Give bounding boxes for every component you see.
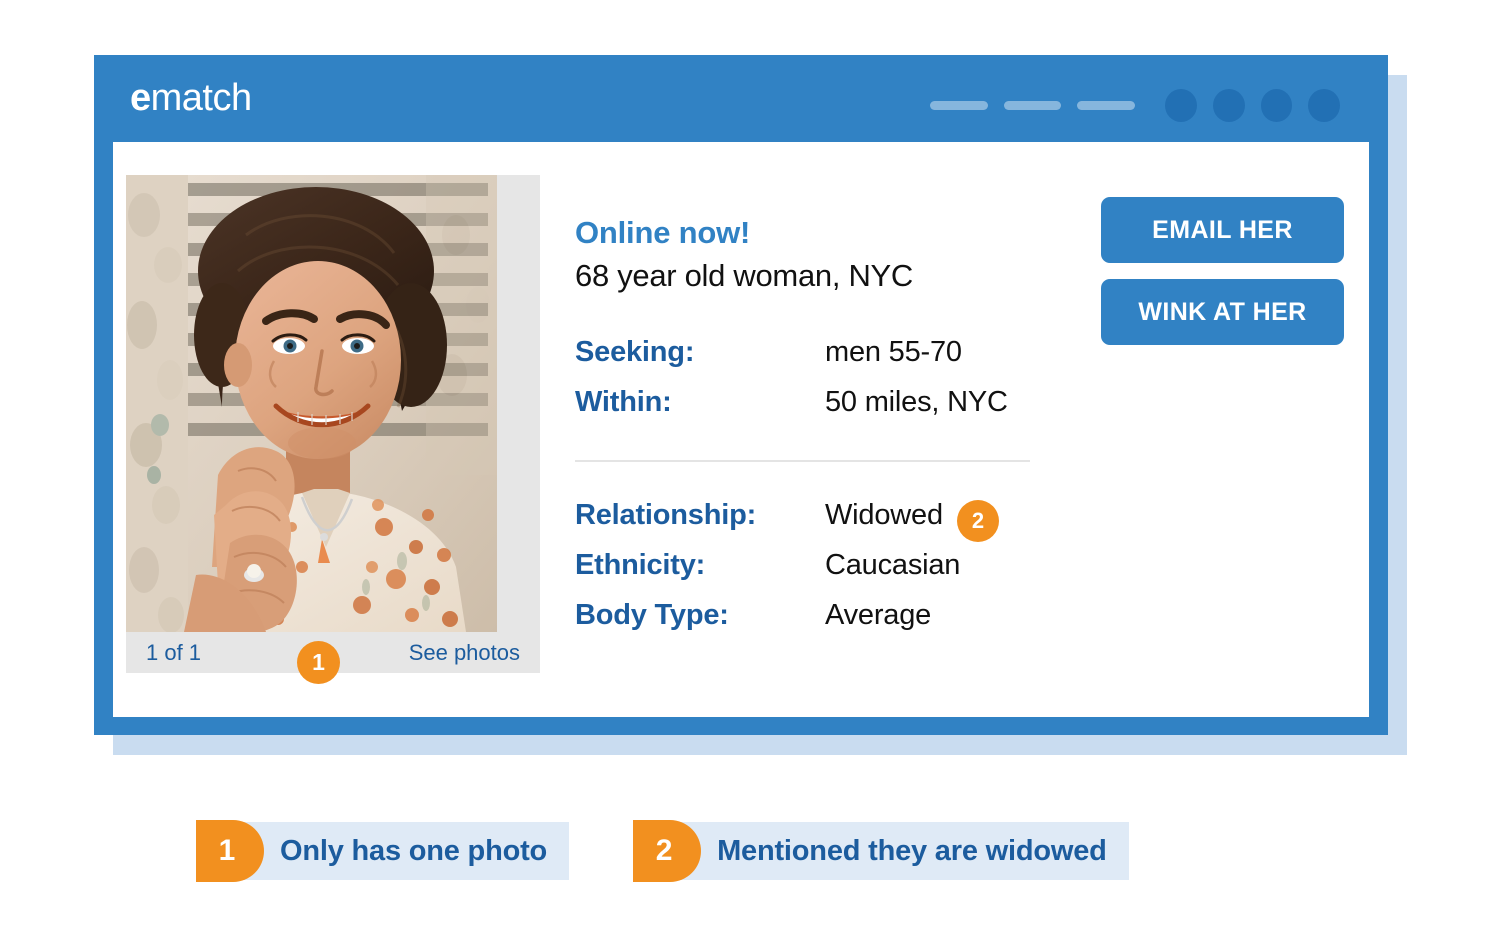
annotation-callouts: 1 Only has one photo 2 Mentioned they ar… (196, 820, 1129, 882)
field-value: Caucasian (825, 549, 961, 581)
logo-wordmark: match (150, 77, 252, 119)
profile-details: Online now! 68 year old woman, NYC Seeki… (575, 213, 1045, 640)
field-value: Widowed (825, 499, 943, 531)
field-label: Ethnicity: (575, 549, 706, 581)
annotation-badge-2: 2 (956, 500, 999, 543)
field-label: Seeking: (575, 336, 695, 368)
wink-at-her-button[interactable]: WINK AT HER (1101, 279, 1344, 345)
photo-counter: 1 of 1 (146, 639, 202, 665)
chrome-dash-icon (1077, 100, 1136, 110)
callout-2: 2 Mentioned they are widowed (633, 820, 1129, 882)
chrome-dash-icon (1003, 100, 1062, 110)
chrome-dash-icon (930, 100, 988, 110)
chrome-dot-icon[interactable] (1212, 88, 1245, 122)
field-value: Average (825, 599, 932, 631)
callout-label: Mentioned they are widowed (681, 822, 1129, 880)
field-value: men 55-70 (825, 336, 962, 368)
see-photos-link[interactable]: See photos (409, 640, 520, 666)
field-label: Body Type: (575, 599, 729, 631)
email-her-button[interactable]: EMAIL HER (1101, 197, 1344, 263)
chrome-dot-icon[interactable] (1260, 88, 1293, 122)
section-divider (575, 460, 1030, 462)
logo-e-mark: e (130, 77, 151, 119)
screenshot-root: ematch 1 of 1 See photos 1 Online now! 6… (0, 0, 1500, 940)
field-row-within: Within: 50 miles, NYC (575, 377, 1045, 427)
callout-label: Only has one photo (244, 822, 570, 880)
chrome-dot-icon[interactable] (1308, 88, 1340, 122)
field-value: 50 miles, NYC (825, 386, 1008, 418)
callout-number: 2 (633, 820, 702, 882)
profile-subtitle: 68 year old woman, NYC (575, 258, 914, 293)
field-row-body-type: Body Type: Average (575, 590, 1045, 640)
secondary-fields: Relationship: Widowed 2 Ethnicity: Caucas… (575, 490, 1045, 640)
annotation-badge-1: 1 (297, 641, 340, 684)
field-row-seeking: Seeking: men 55-70 (575, 327, 1045, 377)
action-buttons: EMAIL HER WINK AT HER (1101, 197, 1344, 345)
field-label: Relationship: (575, 499, 757, 531)
online-status: Online now! (575, 215, 751, 250)
callout-number: 1 (196, 820, 264, 882)
browser-chrome-controls (930, 88, 1340, 122)
primary-fields: Seeking: men 55-70 Within: 50 miles, NYC (575, 327, 1045, 427)
field-row-relationship: Relationship: Widowed 2 (575, 490, 1045, 543)
profile-photo[interactable] (126, 175, 497, 632)
callout-1: 1 Only has one photo (196, 820, 570, 882)
field-row-ethnicity: Ethnicity: Caucasian (575, 540, 1045, 590)
profile-photo-column: 1 of 1 See photos 1 (126, 175, 540, 684)
ematch-logo: ematch (130, 76, 252, 120)
field-label: Within: (575, 386, 672, 418)
chrome-dot-icon[interactable] (1165, 88, 1197, 122)
